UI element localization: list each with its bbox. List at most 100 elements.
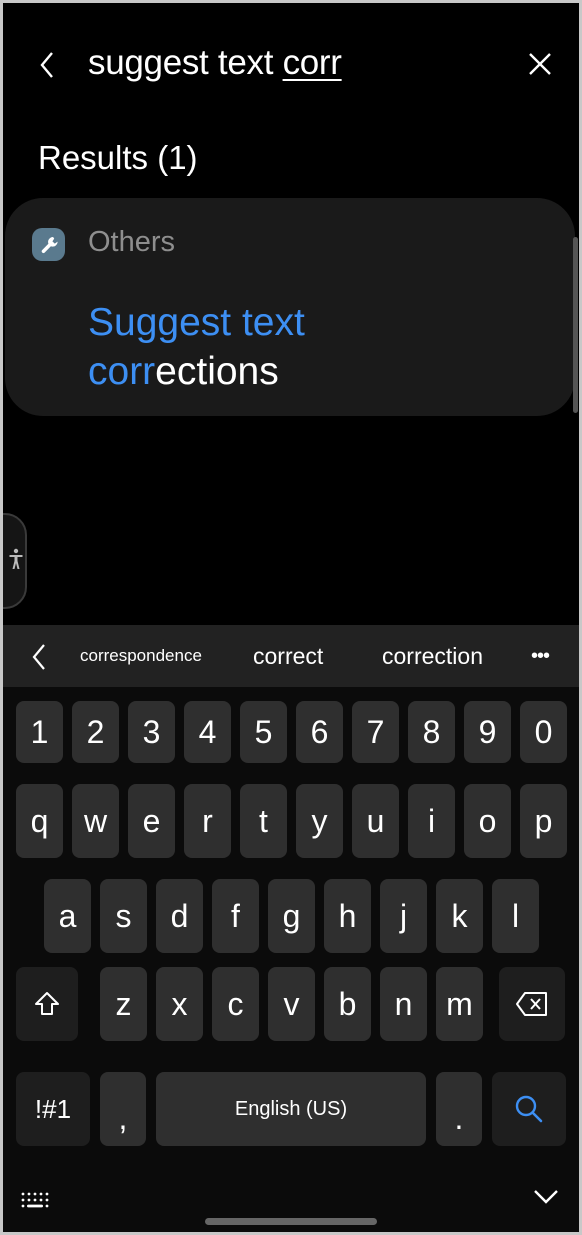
key-label: 2	[86, 713, 105, 750]
key-label: 9	[478, 713, 497, 750]
keyboard: correspondence correct correction ••• !#…	[3, 625, 579, 1232]
key-label: u	[366, 802, 385, 839]
number-key-8[interactable]: 8	[408, 701, 455, 763]
symbols-key-label: !#1	[34, 1093, 72, 1124]
search-input[interactable]: suggest text corr	[88, 43, 342, 83]
key-label: v	[283, 985, 300, 1022]
result-title-match: corr	[88, 350, 156, 393]
chevron-left-icon	[40, 52, 53, 78]
key-label: d	[170, 897, 189, 934]
letter-key-t[interactable]: t	[240, 784, 287, 858]
letter-key-e[interactable]: e	[128, 784, 175, 858]
key-label: t	[259, 802, 268, 839]
letter-key-p[interactable]: p	[520, 784, 567, 858]
key-label: q	[30, 802, 49, 839]
close-icon	[529, 53, 551, 75]
key-label: m	[446, 985, 473, 1022]
scrollbar[interactable]	[573, 237, 578, 413]
key-label: o	[478, 802, 497, 839]
result-title-match: Suggest text	[88, 301, 305, 344]
space-key-label: English (US)	[234, 1097, 348, 1120]
key-label: k	[451, 897, 468, 934]
comma-key[interactable]: ,	[100, 1072, 146, 1146]
letter-key-d[interactable]: d	[156, 879, 203, 953]
key-label: 8	[422, 713, 441, 750]
key-label: 4	[198, 713, 217, 750]
wrench-icon	[32, 228, 65, 261]
letter-key-q[interactable]: q	[16, 784, 63, 858]
result-item-suggest-text-corrections[interactable]: Suggest text corrections	[88, 298, 488, 396]
number-key-0[interactable]: 0	[520, 701, 567, 763]
back-button[interactable]	[33, 47, 63, 83]
hide-keyboard-button[interactable]	[533, 1188, 559, 1211]
key-label: 6	[310, 713, 329, 750]
letter-key-l[interactable]: l	[492, 879, 539, 953]
accessibility-icon	[9, 548, 23, 569]
letter-key-c[interactable]: c	[212, 967, 259, 1041]
number-key-3[interactable]: 3	[128, 701, 175, 763]
letter-key-h[interactable]: h	[324, 879, 371, 953]
number-key-9[interactable]: 9	[464, 701, 511, 763]
result-title-rest: ections	[155, 350, 279, 393]
key-label: e	[142, 802, 161, 839]
key-label: b	[338, 985, 357, 1022]
key-label: z	[115, 985, 132, 1022]
key-label: c	[227, 985, 244, 1022]
number-key-4[interactable]: 4	[184, 701, 231, 763]
letter-key-a[interactable]: a	[44, 879, 91, 953]
navigation-gesture-handle[interactable]	[205, 1218, 377, 1225]
shift-key[interactable]	[16, 967, 78, 1041]
number-key-5[interactable]: 5	[240, 701, 287, 763]
suggestion-back-button[interactable]	[27, 642, 51, 672]
key-label: a	[58, 897, 77, 934]
key-label: 0	[534, 713, 553, 750]
letter-key-r[interactable]: r	[184, 784, 231, 858]
key-label: r	[202, 802, 213, 839]
letter-key-z[interactable]: z	[100, 967, 147, 1041]
symbols-key[interactable]: !#1	[16, 1072, 90, 1146]
backspace-icon	[516, 992, 547, 1016]
keyboard-switch-button[interactable]	[20, 1191, 50, 1214]
suggestion-item[interactable]: correspondence	[80, 625, 202, 687]
space-key[interactable]: English (US)	[156, 1072, 426, 1146]
keyboard-icon	[21, 1192, 49, 1208]
backspace-key[interactable]	[499, 967, 565, 1041]
chevron-left-icon	[32, 644, 45, 670]
search-header: suggest text corr	[3, 3, 579, 123]
letter-key-g[interactable]: g	[268, 879, 315, 953]
period-key[interactable]: .	[436, 1072, 482, 1146]
suggestion-item[interactable]: correction	[382, 625, 483, 687]
letter-key-u[interactable]: u	[352, 784, 399, 858]
letter-key-b[interactable]: b	[324, 967, 371, 1041]
more-suggestions-button[interactable]: •••	[531, 643, 557, 669]
number-key-2[interactable]: 2	[72, 701, 119, 763]
result-card-others: Others Suggest text corrections	[5, 198, 575, 416]
number-key-7[interactable]: 7	[352, 701, 399, 763]
key-label: y	[311, 802, 328, 839]
letter-key-m[interactable]: m	[436, 967, 483, 1041]
letter-key-f[interactable]: f	[212, 879, 259, 953]
letter-key-o[interactable]: o	[464, 784, 511, 858]
letter-key-n[interactable]: n	[380, 967, 427, 1041]
letter-key-s[interactable]: s	[100, 879, 147, 953]
letter-key-j[interactable]: j	[380, 879, 427, 953]
letter-key-i[interactable]: i	[408, 784, 455, 858]
clear-search-button[interactable]	[525, 49, 555, 79]
suggestion-item[interactable]: correct	[253, 625, 323, 687]
number-key-6[interactable]: 6	[296, 701, 343, 763]
letter-key-k[interactable]: k	[436, 879, 483, 953]
key-label: 3	[142, 713, 161, 750]
letter-key-v[interactable]: v	[268, 967, 315, 1041]
accessibility-button[interactable]	[3, 513, 27, 609]
result-category-label: Others	[88, 226, 176, 258]
number-key-1[interactable]: 1	[16, 701, 63, 763]
search-query-composing: corr	[282, 43, 342, 82]
suggestion-bar: correspondence correct correction •••	[3, 625, 579, 687]
key-label: 5	[254, 713, 273, 750]
letter-key-x[interactable]: x	[156, 967, 203, 1041]
search-key[interactable]	[492, 1072, 566, 1146]
letter-key-y[interactable]: y	[296, 784, 343, 858]
key-label: g	[282, 897, 301, 934]
key-label: i	[427, 802, 436, 839]
letter-key-w[interactable]: w	[72, 784, 119, 858]
